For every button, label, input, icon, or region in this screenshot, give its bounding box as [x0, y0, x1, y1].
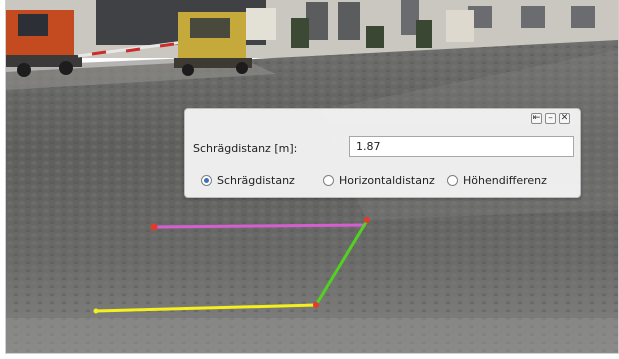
foreground-ground: [6, 318, 618, 353]
machine-wheel: [236, 62, 248, 74]
mode-option-horizontal[interactable]: Horizontaldistanz: [323, 174, 435, 187]
mode-label-slope: Schrägdistanz: [217, 174, 295, 187]
pin-icon[interactable]: ⇤: [531, 113, 542, 124]
distance-field-label: Schrägdistanz [m]:: [193, 142, 298, 155]
planter: [291, 18, 309, 48]
window: [571, 6, 595, 28]
distance-measurement-dialog: ⇤ – ✕ Schrägdistanz [m]: Schrägdistanz H…: [184, 108, 581, 198]
umbrella: [246, 8, 276, 40]
street-view-viewport[interactable]: ⇤ – ✕ Schrägdistanz [m]: Schrägdistanz H…: [5, 0, 619, 354]
distance-value-field[interactable]: [349, 136, 574, 157]
barrier-stripe: [159, 42, 175, 48]
radio-unselected-icon[interactable]: [447, 175, 458, 186]
planter: [366, 26, 384, 48]
mode-option-slope[interactable]: Schrägdistanz: [201, 174, 295, 187]
measurement-point[interactable]: [93, 308, 99, 314]
mode-label-height: Höhendifferenz: [463, 174, 547, 187]
window: [521, 6, 545, 28]
truck-wheel: [59, 61, 73, 75]
barrier-stripe: [125, 47, 141, 53]
measurement-start-point[interactable]: [150, 223, 158, 231]
umbrella: [446, 10, 474, 42]
window: [306, 2, 328, 40]
measurement-end-point[interactable]: [364, 217, 370, 223]
radio-selected-icon[interactable]: [201, 175, 212, 186]
truck-wheel: [17, 63, 31, 77]
mode-option-height[interactable]: Höhendifferenz: [447, 174, 547, 187]
truck-window: [18, 14, 48, 36]
planter: [416, 20, 432, 48]
radio-unselected-icon[interactable]: [323, 175, 334, 186]
reference-line: [153, 223, 367, 229]
close-icon[interactable]: ✕: [559, 113, 570, 124]
barrier-stripe: [91, 50, 107, 56]
measurement-vertex-point[interactable]: [313, 302, 319, 308]
machine-wheel: [182, 64, 194, 76]
machine-cabin: [190, 18, 230, 38]
minimize-icon[interactable]: –: [545, 113, 556, 124]
window: [338, 2, 360, 40]
mode-label-horizontal: Horizontaldistanz: [339, 174, 435, 187]
